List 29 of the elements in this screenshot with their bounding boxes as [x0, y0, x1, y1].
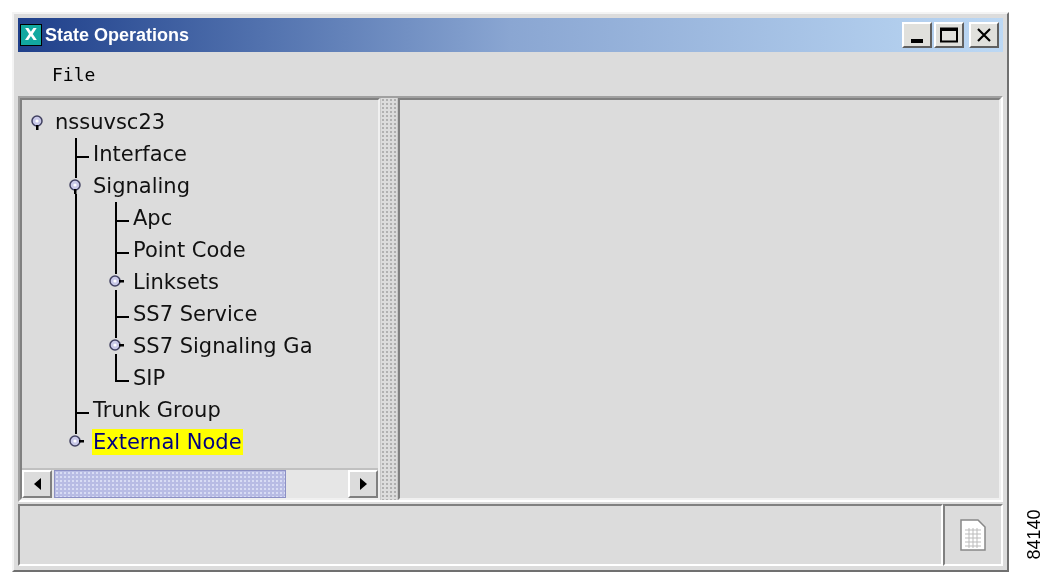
tree-node[interactable]: Trunk Group — [92, 397, 222, 423]
tree-node[interactable]: Signaling — [92, 173, 191, 199]
tree-node[interactable]: Linksets — [132, 269, 221, 295]
figure-number: 84140 — [1022, 509, 1045, 560]
document-icon — [959, 519, 986, 551]
tree-node[interactable]: SS7 Signaling Ga — [132, 333, 314, 359]
horizontal-scrollbar[interactable] — [22, 468, 378, 498]
right-arrow-icon — [359, 478, 367, 490]
app-icon: X — [20, 24, 42, 46]
scroll-left-button[interactable] — [22, 470, 52, 498]
left-arrow-icon — [33, 478, 41, 490]
status-button[interactable] — [942, 504, 1003, 566]
close-button[interactable] — [968, 22, 999, 48]
tree-node[interactable]: External Node — [92, 429, 243, 455]
tree-node[interactable]: Point Code — [132, 237, 247, 263]
minimize-button[interactable] — [901, 22, 932, 48]
menu-item[interactable]: File — [52, 60, 96, 88]
maximize-icon — [939, 27, 958, 43]
tree-node[interactable]: SIP — [132, 365, 167, 391]
window-title: State Operations — [45, 23, 190, 47]
maximize-button[interactable] — [933, 22, 964, 48]
close-icon — [975, 27, 992, 43]
scroll-right-button[interactable] — [348, 470, 378, 498]
tree-node[interactable]: Apc — [132, 205, 174, 231]
tree-node[interactable]: SS7 Service — [132, 301, 259, 327]
scrollbar-thumb[interactable] — [54, 470, 286, 498]
tree-node[interactable]: Interface — [92, 141, 189, 167]
tree-node[interactable]: nssuvsc23 — [54, 109, 167, 135]
minimize-icon — [910, 39, 923, 43]
